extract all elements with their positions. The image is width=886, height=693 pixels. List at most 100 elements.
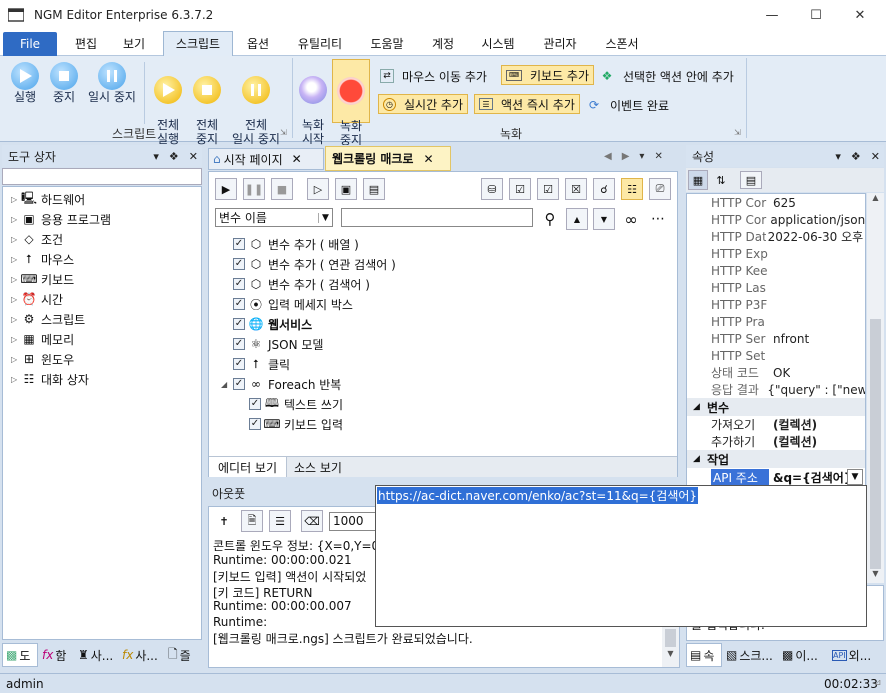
menu-admin[interactable]: 관리자	[536, 35, 584, 52]
delete-icon[interactable]: ☒	[565, 178, 587, 200]
macro-node[interactable]: ✓ ⭡ 클릭	[215, 354, 671, 374]
dropdown-icon[interactable]: ▾	[153, 150, 159, 163]
eraser-icon[interactable]: ⌫	[301, 510, 323, 532]
resize-grip-icon[interactable]: ⊿	[874, 678, 882, 688]
chevron-right-icon[interactable]: ▶	[622, 151, 630, 162]
expand-icon[interactable]: ▷	[11, 315, 21, 324]
expand-icon[interactable]: ▷	[11, 255, 21, 264]
step-into-icon[interactable]: ▣	[335, 178, 357, 200]
property-row[interactable]: 응답 결과 {"query" : ["newg	[687, 381, 865, 398]
toolbox-item[interactable]: ▷ ⭡ 마우스	[3, 249, 201, 269]
check-all-icon[interactable]: ☑	[509, 178, 531, 200]
macro-node[interactable]: ✓ ⌨ 키보드 입력	[215, 414, 671, 434]
macro-node[interactable]: ✓ 🌐 웹서비스	[215, 314, 671, 334]
category-task[interactable]: ◢ 작업	[687, 450, 865, 468]
chevron-down-icon[interactable]: ▼	[867, 569, 884, 578]
arrow-up-icon[interactable]: ▲	[566, 208, 588, 230]
macro-node[interactable]: ✓ 🕮 텍스트 쓰기	[215, 394, 671, 414]
expand-icon[interactable]: ▷	[11, 335, 21, 344]
macro-node[interactable]: ✓ ⬡ 변수 추가 ( 배열 )	[215, 234, 671, 254]
menu-utility[interactable]: 유틸리티	[290, 35, 350, 52]
menu-sponsor[interactable]: 스폰서	[598, 35, 646, 52]
record-stop-button[interactable]: 녹화 중지	[332, 59, 370, 147]
node-checkbox[interactable]: ✓	[233, 278, 245, 290]
arrow-down-icon[interactable]: ▼	[593, 208, 615, 230]
node-checkbox[interactable]: ✓	[233, 298, 245, 310]
tab-functions[interactable]: fx 함	[38, 643, 74, 667]
macro-node[interactable]: ✓ ⦿ 입력 메세지 박스	[215, 294, 671, 314]
node-checkbox[interactable]: ✓	[233, 258, 245, 270]
toolbox-item[interactable]: ▷ ▦ 메모리	[3, 329, 201, 349]
tree-view-icon[interactable]: ☷	[621, 178, 643, 200]
tab-webcrawling-macro[interactable]: 웹크롤링 매크로 ✕	[325, 146, 451, 171]
dropdown-icon[interactable]: ▾	[639, 151, 644, 162]
menu-script[interactable]: 스크립트	[164, 35, 232, 52]
close-icon[interactable]: ✕	[292, 152, 302, 166]
toolbox-item[interactable]: ▷ ⊞ 윈도우	[3, 349, 201, 369]
property-row[interactable]: 상태 코드 OK	[687, 364, 865, 381]
search-icon[interactable]: ⚲	[539, 208, 561, 230]
expand-icon[interactable]: ▷	[11, 235, 21, 244]
node-checkbox[interactable]: ✓	[233, 378, 245, 390]
stop-button[interactable]: 중지	[44, 62, 84, 104]
tab-source-view[interactable]: 소스 보기	[287, 457, 349, 477]
menu-help[interactable]: 도움말	[364, 35, 410, 52]
tab-script[interactable]: ▧ 스크...	[722, 643, 778, 667]
chevron-down-icon[interactable]: ▼	[662, 649, 679, 658]
scrollbar-thumb[interactable]	[665, 629, 676, 647]
script-group-launcher-icon[interactable]: ⇲	[280, 128, 287, 137]
api-address-edit-popup[interactable]: https://ac-dict.naver.com/enko/ac?st=11&…	[375, 485, 867, 627]
expand-icon[interactable]: ▷	[11, 355, 21, 364]
output-scrollbar[interactable]: ▼	[662, 627, 679, 667]
categorized-icon[interactable]: ▦	[688, 170, 708, 190]
play-icon[interactable]: ▶	[215, 178, 237, 200]
close-button[interactable]: ✕	[838, 0, 882, 31]
node-checkbox[interactable]: ✓	[233, 318, 245, 330]
keyboard-add-button[interactable]: ⌨ 키보드 추가	[501, 65, 595, 85]
check-icon[interactable]: ☑	[537, 178, 559, 200]
chevron-up-icon[interactable]: ▲	[867, 193, 884, 209]
maximize-button[interactable]: ☐	[794, 0, 838, 31]
record-group-launcher-icon[interactable]: ⇲	[734, 128, 741, 137]
monitor-icon[interactable]: ⎚	[649, 178, 671, 200]
property-row[interactable]: HTTP Kee	[687, 262, 865, 279]
list-icon[interactable]: ☰	[269, 510, 291, 532]
infinity-icon[interactable]: ∞	[620, 208, 642, 230]
realtime-add-button[interactable]: ◷ 실시간 추가	[378, 94, 469, 114]
macro-node[interactable]: ✓ ⚛ JSON 모델	[215, 334, 671, 354]
toolbox-item[interactable]: ▷ ⚙ 스크립트	[3, 309, 201, 329]
document-icon[interactable]: 🗎	[241, 510, 263, 532]
property-row[interactable]: HTTP Cor application/json;	[687, 211, 865, 228]
tab-properties[interactable]: ▤ 속	[686, 643, 722, 667]
event-complete-button[interactable]: ⟳ 이벤트 완료	[586, 95, 669, 115]
sort-alpha-icon[interactable]: ⇅	[711, 170, 731, 190]
action-add-button[interactable]: ☰ 액션 즉시 추가	[474, 94, 580, 114]
insert-in-action-button[interactable]: ❖ 선택한 액션 안에 추가	[599, 66, 734, 86]
property-row[interactable]: HTTP Dat 2022-06-30 오후 2	[687, 228, 865, 245]
category-variable[interactable]: ◢ 변수	[687, 398, 865, 416]
dropdown-icon[interactable]: ▾	[835, 150, 841, 163]
property-row[interactable]: HTTP Las	[687, 279, 865, 296]
property-row[interactable]: HTTP Set	[687, 347, 865, 364]
node-checkbox[interactable]: ✓	[249, 418, 261, 430]
tab-favorites[interactable]: 🗋 즐	[164, 643, 202, 667]
tab-toolbox[interactable]: ▩ 도	[2, 643, 38, 667]
property-row[interactable]: 추가하기 (컬렉션)	[687, 433, 865, 450]
toolbox-item[interactable]: ▷ ⏰ 시간	[3, 289, 201, 309]
close-icon[interactable]: ✕	[654, 151, 662, 162]
clear-output-icon[interactable]: ✝	[213, 510, 235, 532]
macro-node[interactable]: ✓ ⬡ 변수 추가 ( 검색어 )	[215, 274, 671, 294]
chevron-left-icon[interactable]: ◀	[604, 151, 612, 162]
close-icon[interactable]: ✕	[189, 150, 198, 163]
close-icon[interactable]: ✕	[423, 152, 433, 166]
chart-icon[interactable]: ⛁	[481, 178, 503, 200]
variable-name-dropdown[interactable]: 변수 이름 ▼	[215, 208, 333, 227]
property-scrollbar[interactable]: ▲ ▼	[867, 193, 884, 583]
property-pages-icon[interactable]: ▤	[740, 171, 762, 189]
node-checkbox[interactable]: ✓	[233, 358, 245, 370]
node-checkbox[interactable]: ✓	[233, 238, 245, 250]
toolbox-search-input[interactable]	[2, 168, 202, 185]
property-row[interactable]: HTTP Cor 625	[687, 194, 865, 211]
variable-search-input[interactable]	[341, 208, 533, 227]
step-over-icon[interactable]: ▤	[363, 178, 385, 200]
